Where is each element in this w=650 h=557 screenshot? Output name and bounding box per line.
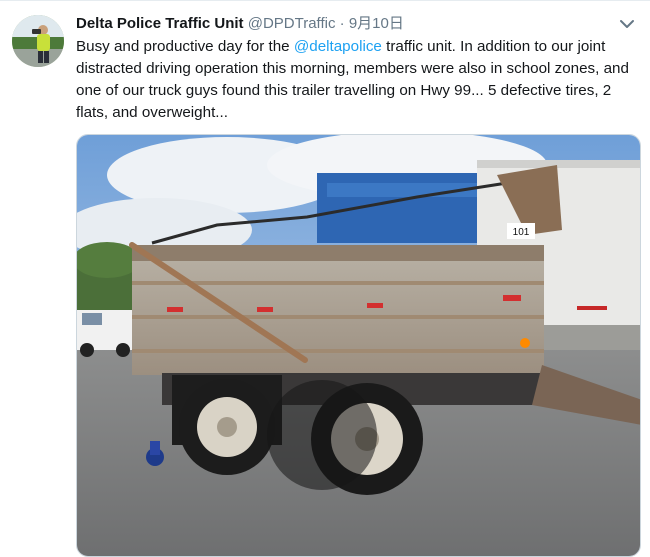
- tweet-text: Busy and productive day for the @deltapo…: [76, 36, 642, 124]
- separator-dot: ·: [339, 15, 345, 32]
- user-handle[interactable]: @DPDTraffic: [248, 15, 336, 32]
- tweet-text-part1: Busy and productive day for the: [76, 38, 294, 55]
- mention-link[interactable]: @deltapolice: [294, 38, 382, 55]
- avatar[interactable]: [12, 15, 64, 67]
- truck-number-label: 101: [513, 227, 530, 238]
- tweet-photo[interactable]: 101: [76, 134, 641, 557]
- display-name[interactable]: Delta Police Traffic Unit: [76, 15, 244, 32]
- chevron-down-icon[interactable]: [618, 15, 636, 33]
- tweet-date[interactable]: 9月10日: [349, 15, 404, 32]
- tweet-card[interactable]: Delta Police Traffic Unit @DPDTraffic · …: [0, 0, 650, 557]
- trailer-photo: 101: [77, 135, 640, 556]
- tweet-header: Delta Police Traffic Unit @DPDTraffic · …: [76, 13, 610, 35]
- avatar-image: [12, 15, 64, 67]
